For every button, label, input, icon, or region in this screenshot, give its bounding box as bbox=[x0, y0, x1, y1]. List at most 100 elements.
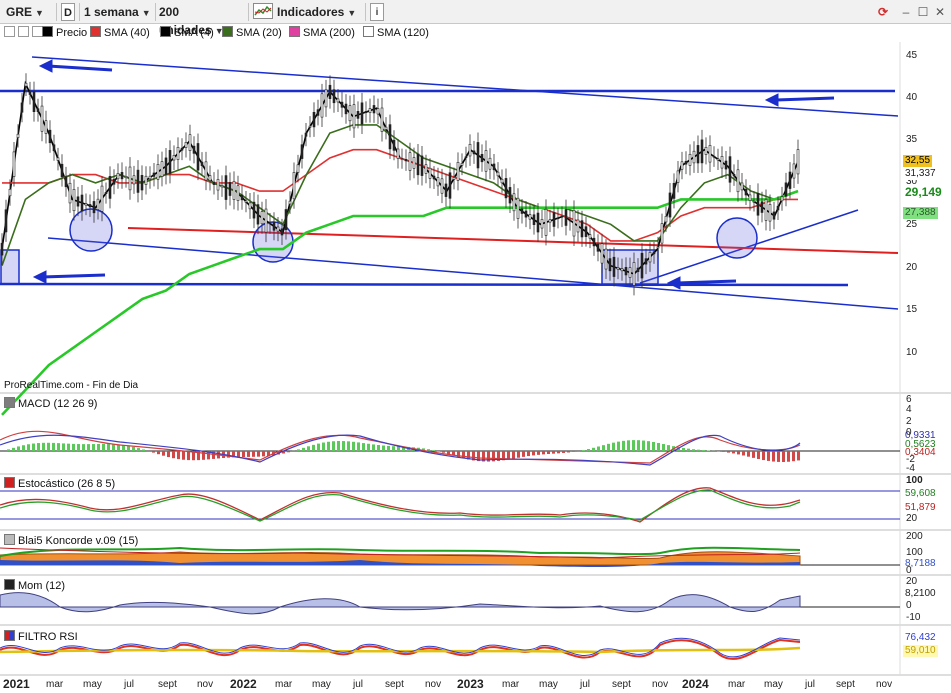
candle-body bbox=[440, 178, 444, 194]
macd-bar bbox=[557, 451, 560, 454]
candle-body bbox=[460, 163, 464, 166]
macd-bar bbox=[787, 451, 790, 462]
candle-body bbox=[236, 185, 240, 201]
candle-body bbox=[204, 161, 208, 181]
macd-bar bbox=[552, 451, 555, 454]
panel-title: MACD (12 26 9) bbox=[18, 398, 98, 410]
candle-body bbox=[344, 103, 348, 115]
macd-bar bbox=[352, 441, 355, 451]
candle-body bbox=[188, 134, 192, 151]
candle-body bbox=[428, 167, 432, 179]
macd-bar bbox=[92, 444, 95, 451]
macd-bar bbox=[252, 451, 255, 457]
x-label: may bbox=[83, 679, 102, 690]
candle-body bbox=[160, 161, 164, 177]
x-label: may bbox=[539, 679, 558, 690]
candle-body bbox=[664, 216, 668, 223]
candle-body bbox=[336, 98, 340, 103]
mom-tick: 0 bbox=[906, 600, 912, 611]
x-label: mar bbox=[502, 679, 520, 690]
macd-bar bbox=[342, 441, 345, 451]
macd-bar bbox=[102, 443, 105, 451]
candle-body bbox=[568, 219, 572, 222]
candle-body bbox=[628, 267, 632, 278]
macd-bar bbox=[742, 451, 745, 456]
candle-body bbox=[684, 160, 688, 165]
macd-bar bbox=[522, 451, 525, 457]
macd-bar bbox=[657, 442, 660, 451]
candle-body bbox=[304, 132, 308, 137]
macd-bar bbox=[722, 451, 725, 452]
candle-body bbox=[80, 194, 84, 212]
candle-body bbox=[36, 108, 40, 112]
macd-bar bbox=[592, 447, 595, 451]
candle-body bbox=[328, 84, 332, 99]
rsi-panel bbox=[0, 637, 801, 660]
macd-bar bbox=[462, 451, 465, 459]
macd-bar bbox=[317, 443, 320, 451]
mom-label: Mom (12) bbox=[4, 579, 65, 592]
macd-bar bbox=[332, 441, 335, 451]
candle-body bbox=[200, 161, 204, 167]
macd-bar bbox=[67, 443, 70, 451]
candle-body bbox=[92, 201, 96, 214]
candle-body bbox=[768, 204, 772, 222]
candle-body bbox=[636, 267, 640, 273]
candle-body bbox=[612, 256, 616, 277]
candle-body bbox=[760, 201, 764, 213]
macd-bar bbox=[757, 451, 760, 460]
macd-bar bbox=[27, 444, 30, 451]
macd-bar bbox=[622, 440, 625, 451]
candle-body bbox=[484, 150, 488, 172]
candle-body bbox=[88, 204, 92, 208]
macd-bar bbox=[142, 449, 145, 451]
candle-body bbox=[472, 150, 476, 155]
candle-body bbox=[784, 182, 788, 197]
candle-body bbox=[420, 155, 424, 176]
candle-body bbox=[424, 164, 428, 174]
candle-body bbox=[728, 156, 732, 183]
candle-body bbox=[232, 180, 236, 200]
macd-bar bbox=[687, 448, 690, 451]
candle-body bbox=[652, 251, 656, 255]
candle-body bbox=[392, 139, 396, 151]
candle-body bbox=[504, 178, 508, 199]
candle-body bbox=[100, 185, 104, 212]
candle-body bbox=[64, 176, 68, 188]
candle-body bbox=[752, 200, 756, 203]
candle-body bbox=[32, 91, 36, 113]
macd-bar bbox=[167, 451, 170, 458]
x-label: may bbox=[764, 679, 783, 690]
macd-bar bbox=[572, 451, 575, 452]
macd-bar bbox=[587, 449, 590, 451]
candle-body bbox=[704, 146, 708, 155]
macd-bar bbox=[302, 447, 305, 451]
koncorde-badge: 8,7188 bbox=[905, 558, 936, 569]
candle-body bbox=[316, 109, 320, 116]
candle-body bbox=[416, 153, 420, 176]
price-chart[interactable] bbox=[0, 0, 951, 693]
candle-body bbox=[40, 105, 44, 132]
candle-body bbox=[116, 173, 120, 180]
candle-body bbox=[660, 223, 664, 244]
x-label: jul bbox=[580, 679, 591, 690]
candle-body bbox=[436, 177, 440, 187]
x-label: nov bbox=[876, 679, 893, 690]
candle-body bbox=[84, 203, 88, 206]
macd-bar bbox=[137, 448, 140, 451]
x-label: jul bbox=[353, 679, 364, 690]
macd-bar bbox=[182, 451, 185, 460]
candle-body bbox=[548, 219, 552, 223]
x-label: sept bbox=[385, 679, 404, 690]
candle-body bbox=[376, 108, 380, 115]
rsi-label: FILTRO RSI bbox=[4, 630, 78, 643]
koncorde-tick: 100 bbox=[906, 547, 923, 558]
candle-body bbox=[740, 182, 744, 191]
x-label: 2021 bbox=[3, 677, 30, 691]
macd-bar bbox=[327, 441, 330, 451]
macd-bar bbox=[152, 451, 155, 453]
candle-body bbox=[120, 172, 124, 180]
candle-body bbox=[764, 199, 768, 221]
panel-icon bbox=[4, 397, 15, 408]
candle-body bbox=[732, 174, 736, 177]
